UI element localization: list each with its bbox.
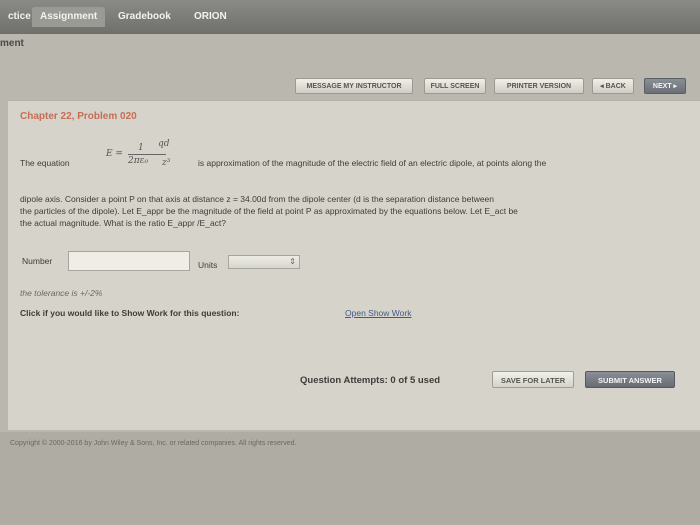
- attempts-text: Question Attempts: 0 of 5 used: [300, 375, 441, 386]
- submit-answer-button[interactable]: SUBMIT ANSWER: [585, 371, 675, 388]
- formula-lhs: E =: [106, 149, 123, 159]
- question-panel: Chapter 22, Problem 020 The equation E =…: [8, 100, 700, 430]
- tab-assignment[interactable]: Assignment: [32, 7, 106, 27]
- fraction-bar: [128, 154, 166, 155]
- select-arrow-icon: ⇕: [289, 257, 296, 266]
- next-button[interactable]: NEXT ▸: [644, 78, 686, 94]
- formula-num2: qd: [158, 139, 170, 149]
- dipole-formula: E = 1 qd 2πε₀ z³: [106, 139, 188, 169]
- top-tab-bar: ctice Assignment Gradebook ORION: [0, 0, 700, 34]
- equation-suffix: is approximation of the magnitude of the…: [198, 158, 547, 168]
- formula-den2: z³: [162, 158, 171, 168]
- problem-title: Chapter 22, Problem 020: [20, 111, 137, 122]
- formula-num1: 1: [138, 143, 144, 153]
- footer: Copyright © 2000-2016 by John Wiley & So…: [0, 432, 700, 525]
- units-label: Units: [198, 260, 218, 270]
- number-label: Number: [22, 256, 53, 266]
- question-line-3: the particles of the dipole). Let E_appr…: [20, 206, 518, 216]
- message-instructor-button[interactable]: MESSAGE MY INSTRUCTOR: [295, 78, 413, 94]
- copyright-text: Copyright © 2000-2016 by John Wiley & So…: [10, 440, 297, 447]
- question-line-4: the actual magnitude. What is the ratio …: [20, 218, 227, 228]
- printer-version-button[interactable]: PRINTER VERSION: [494, 78, 584, 94]
- tab-orion[interactable]: ORION: [186, 7, 235, 27]
- breadcrumb: ment: [0, 38, 24, 49]
- tab-gradebook[interactable]: Gradebook: [110, 7, 179, 27]
- formula-den1: 2πε₀: [128, 156, 149, 166]
- open-show-work-link[interactable]: Open Show Work: [345, 307, 411, 319]
- equation-prefix: The equation: [20, 158, 70, 168]
- tolerance-text: the tolerance is +/-2%: [20, 288, 103, 298]
- question-line-2: dipole axis. Consider a point P on that …: [20, 194, 495, 204]
- full-screen-button[interactable]: FULL SCREEN: [424, 78, 486, 94]
- number-input[interactable]: [68, 251, 190, 271]
- back-button[interactable]: ◂ BACK: [592, 78, 634, 94]
- show-work-prompt: Click if you would like to Show Work for…: [20, 308, 240, 318]
- save-for-later-button[interactable]: SAVE FOR LATER: [492, 371, 574, 388]
- units-select[interactable]: ⇕: [228, 255, 300, 269]
